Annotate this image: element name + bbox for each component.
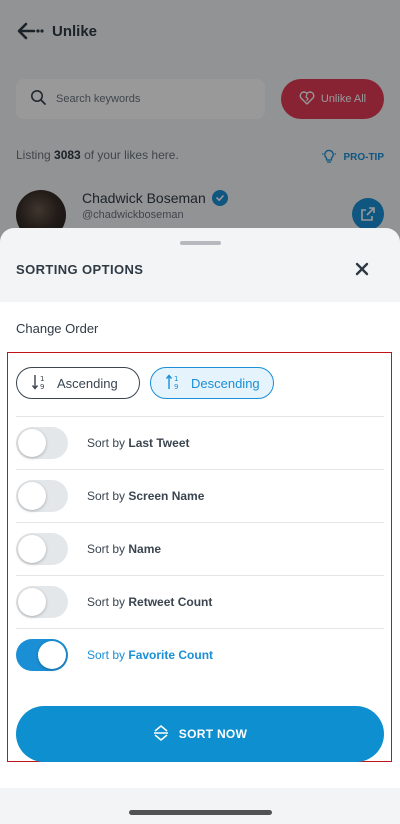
- descending-button[interactable]: 19 Descending: [150, 367, 274, 399]
- descending-label: Descending: [191, 375, 260, 391]
- sort-key: Screen Name: [128, 489, 205, 503]
- sorting-options-sheet: SORTING OPTIONS Change Order 19 Ascendin…: [0, 228, 400, 824]
- toggle-switch[interactable]: [16, 480, 68, 512]
- order-toggle-group: 19 Ascending 19 Descending: [16, 367, 274, 399]
- sort-option-retweet-count[interactable]: Sort by Retweet Count: [16, 575, 384, 628]
- svg-text:9: 9: [174, 383, 178, 391]
- sort-option-favorite-count[interactable]: Sort by Favorite Count: [16, 628, 384, 681]
- sort-arrows-icon: [153, 724, 169, 745]
- sort-option-screen-name[interactable]: Sort by Screen Name: [16, 469, 384, 522]
- sort-now-label: SORT NOW: [178, 727, 248, 741]
- sort-key: Retweet Count: [128, 595, 213, 609]
- sort-key: Name: [128, 542, 162, 556]
- sort-option-last-tweet[interactable]: Sort by Last Tweet: [16, 416, 384, 469]
- close-icon[interactable]: [354, 261, 370, 277]
- svg-text:1: 1: [174, 375, 178, 383]
- sort-options-panel: 19 Ascending 19 Descending Sort by Last …: [7, 352, 392, 762]
- ascending-button[interactable]: 19 Ascending: [16, 367, 140, 399]
- sort-key: Favorite Count: [128, 648, 214, 662]
- sort-option-name[interactable]: Sort by Name: [16, 522, 384, 575]
- sort-options-list: Sort by Last Tweet Sort by Screen Name S…: [16, 416, 384, 681]
- toggle-switch[interactable]: [16, 533, 68, 565]
- sort-ascending-icon: 19: [31, 373, 49, 394]
- home-indicator: [129, 810, 272, 815]
- sort-descending-icon: 19: [165, 373, 183, 394]
- toggle-switch[interactable]: [16, 586, 68, 618]
- ascending-label: Ascending: [57, 375, 118, 391]
- sheet-grabber[interactable]: [180, 241, 221, 245]
- toggle-switch[interactable]: [16, 427, 68, 459]
- svg-text:9: 9: [40, 383, 44, 391]
- toggle-switch[interactable]: [16, 639, 68, 671]
- svg-text:1: 1: [40, 375, 44, 383]
- sheet-body: Change Order 19 Ascending 19 Descending: [0, 302, 400, 788]
- sort-now-button[interactable]: SORT NOW: [16, 706, 384, 762]
- change-order-label: Change Order: [16, 321, 99, 336]
- sheet-title: SORTING OPTIONS: [16, 262, 144, 277]
- sort-key: Last Tweet: [128, 436, 190, 450]
